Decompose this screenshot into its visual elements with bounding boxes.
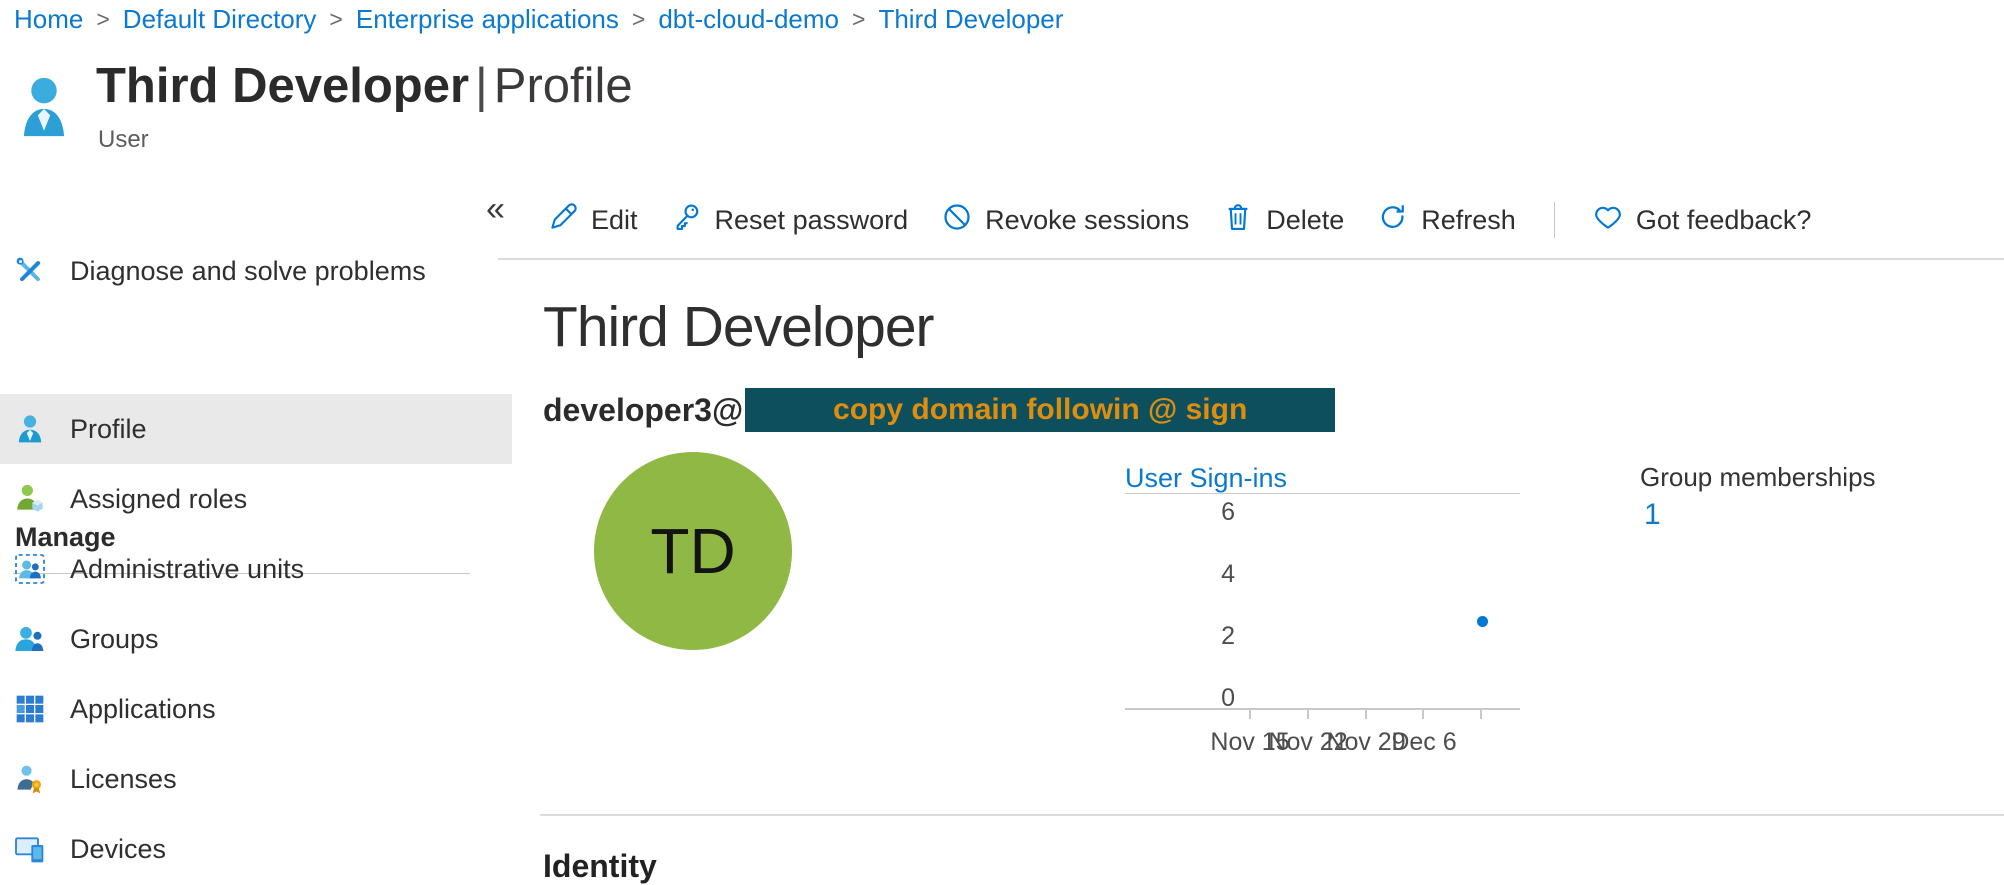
edit-label: Edit bbox=[591, 205, 638, 236]
group-memberships-label: Group memberships bbox=[1640, 462, 1876, 493]
sidebar-item-label: Licenses bbox=[70, 764, 177, 795]
breadcrumb-dbt-cloud-demo[interactable]: dbt-cloud-demo bbox=[658, 2, 839, 36]
sidebar-item-applications[interactable]: Applications bbox=[0, 674, 512, 744]
sidebar-item-diagnose[interactable]: Diagnose and solve problems bbox=[0, 236, 512, 306]
page-title-section: Profile bbox=[494, 59, 633, 113]
license-badge-icon bbox=[14, 763, 46, 795]
group-memberships-count-link[interactable]: 1 bbox=[1644, 498, 1661, 532]
sidebar-item-label: Profile bbox=[70, 414, 147, 445]
breadcrumb-enterprise-applications[interactable]: Enterprise applications bbox=[356, 2, 619, 36]
breadcrumb-separator: > bbox=[329, 2, 342, 36]
breadcrumb-separator: > bbox=[852, 2, 865, 36]
x-axis-line bbox=[1125, 708, 1520, 710]
person-icon bbox=[14, 413, 46, 445]
pencil-icon bbox=[548, 202, 578, 239]
content-divider bbox=[540, 814, 2004, 816]
admin-units-icon bbox=[14, 553, 46, 585]
avatar-initials: TD bbox=[650, 514, 735, 588]
sign-in-data-point[interactable] bbox=[1477, 616, 1488, 627]
user-display-name: Third Developer bbox=[543, 294, 934, 360]
page-title-name: Third Developer bbox=[96, 59, 469, 113]
breadcrumb-separator: > bbox=[96, 2, 109, 36]
person-cube-icon bbox=[14, 483, 46, 515]
y-axis-label: 4 bbox=[1125, 560, 1235, 589]
user-signins-chart: User Sign-ins 6 4 2 0 Nov 15 Nov 22 Nov … bbox=[1125, 460, 1525, 760]
identity-section-heading: Identity bbox=[543, 848, 657, 885]
command-bar: Edit Reset password Revoke sessions bbox=[548, 196, 1811, 244]
sidebar-item-label: Diagnose and solve problems bbox=[70, 256, 426, 287]
revoke-sessions-label: Revoke sessions bbox=[985, 205, 1189, 236]
y-axis-label: 2 bbox=[1125, 622, 1235, 651]
x-axis-tick bbox=[1365, 710, 1367, 719]
sidebar-item-profile[interactable]: Profile bbox=[0, 394, 512, 464]
toolbar-separator bbox=[1554, 202, 1555, 238]
page-title-divider: | bbox=[469, 59, 494, 113]
user-signins-link[interactable]: User Sign-ins bbox=[1125, 463, 1287, 494]
revoke-sessions-button[interactable]: Revoke sessions bbox=[942, 202, 1189, 239]
x-axis-tick bbox=[1307, 710, 1309, 719]
sidebar-item-groups[interactable]: Groups bbox=[0, 604, 512, 674]
avatar: TD bbox=[594, 452, 792, 650]
sidebar-item-assigned-roles[interactable]: Assigned roles bbox=[0, 464, 512, 534]
refresh-button[interactable]: Refresh bbox=[1378, 202, 1516, 239]
breadcrumb-separator: > bbox=[632, 2, 645, 36]
x-axis-tick bbox=[1422, 710, 1424, 719]
reset-password-label: Reset password bbox=[715, 205, 909, 236]
refresh-label: Refresh bbox=[1421, 205, 1516, 236]
breadcrumb-default-directory[interactable]: Default Directory bbox=[123, 2, 317, 36]
wrench-screwdriver-icon bbox=[14, 255, 46, 287]
user-principal-name: developer3@ copy domain followin @ sign bbox=[543, 388, 1335, 432]
feedback-button[interactable]: Got feedback? bbox=[1593, 202, 1812, 239]
key-icon bbox=[672, 202, 702, 239]
x-axis-tick bbox=[1480, 710, 1482, 719]
object-type-label: User bbox=[98, 126, 149, 154]
sidebar-item-label: Administrative units bbox=[70, 554, 304, 585]
trash-icon bbox=[1223, 202, 1253, 239]
sidebar: Diagnose and solve problems Manage Profi… bbox=[0, 182, 512, 884]
sidebar-item-administrative-units[interactable]: Administrative units bbox=[0, 534, 512, 604]
breadcrumb-third-developer[interactable]: Third Developer bbox=[878, 2, 1063, 36]
chart-header-divider bbox=[1125, 493, 1520, 494]
breadcrumb-home[interactable]: Home bbox=[14, 2, 83, 36]
edit-button[interactable]: Edit bbox=[548, 202, 638, 239]
sidebar-item-label: Assigned roles bbox=[70, 484, 247, 515]
reset-password-button[interactable]: Reset password bbox=[672, 202, 909, 239]
y-axis-label: 6 bbox=[1125, 498, 1235, 527]
sidebar-item-label: Devices bbox=[70, 834, 166, 865]
sidebar-item-licenses[interactable]: Licenses bbox=[0, 744, 512, 814]
feedback-label: Got feedback? bbox=[1636, 205, 1812, 236]
devices-icon bbox=[14, 833, 46, 865]
delete-button[interactable]: Delete bbox=[1223, 202, 1344, 239]
sidebar-item-label: Applications bbox=[70, 694, 216, 725]
x-axis-tick bbox=[1249, 710, 1251, 719]
heart-icon bbox=[1593, 202, 1623, 239]
delete-label: Delete bbox=[1266, 205, 1344, 236]
people-icon bbox=[14, 623, 46, 655]
breadcrumb: Home > Default Directory > Enterprise ap… bbox=[14, 2, 1063, 36]
upn-prefix: developer3@ bbox=[543, 392, 743, 429]
refresh-icon bbox=[1378, 202, 1408, 239]
grid-icon bbox=[14, 693, 46, 725]
page-title: Third Developer|Profile bbox=[96, 58, 633, 114]
sidebar-item-label: Groups bbox=[70, 624, 159, 655]
x-axis-label: Dec 6 bbox=[1364, 728, 1484, 757]
user-blade-icon bbox=[22, 76, 66, 138]
block-icon bbox=[942, 202, 972, 239]
domain-redaction-overlay: copy domain followin @ sign bbox=[745, 388, 1335, 432]
sidebar-item-devices[interactable]: Devices bbox=[0, 814, 512, 884]
toolbar-divider bbox=[498, 258, 2004, 260]
